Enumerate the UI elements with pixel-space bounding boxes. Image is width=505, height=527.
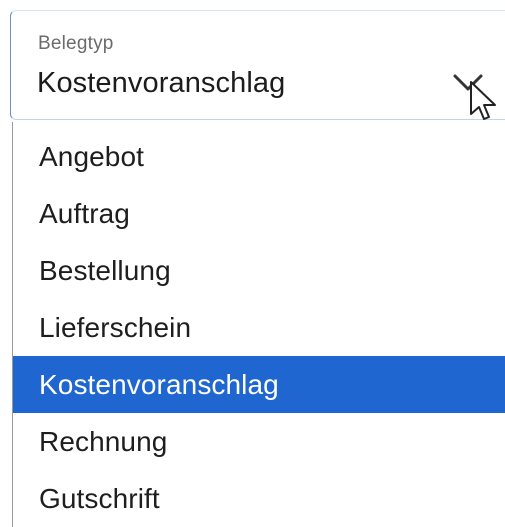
dropdown-list: Angebot Auftrag Bestellung Lieferschein …	[12, 122, 505, 527]
mouse-pointer-icon	[470, 81, 496, 120]
option-bestellung[interactable]: Bestellung	[13, 242, 505, 299]
option-rechnung[interactable]: Rechnung	[13, 413, 505, 470]
page: Belegtyp Kostenvoranschlag Angebot Auftr…	[0, 0, 505, 527]
belegtyp-select[interactable]: Belegtyp Kostenvoranschlag	[10, 10, 505, 120]
option-angebot[interactable]: Angebot	[13, 128, 505, 185]
field-value: Kostenvoranschlag	[37, 67, 286, 99]
field-label: Belegtyp	[38, 33, 114, 54]
option-kostenvoranschlag[interactable]: Kostenvoranschlag	[13, 356, 505, 413]
option-auftrag[interactable]: Auftrag	[13, 185, 505, 242]
option-gutschrift[interactable]: Gutschrift	[13, 470, 505, 527]
option-lieferschein[interactable]: Lieferschein	[13, 299, 505, 356]
